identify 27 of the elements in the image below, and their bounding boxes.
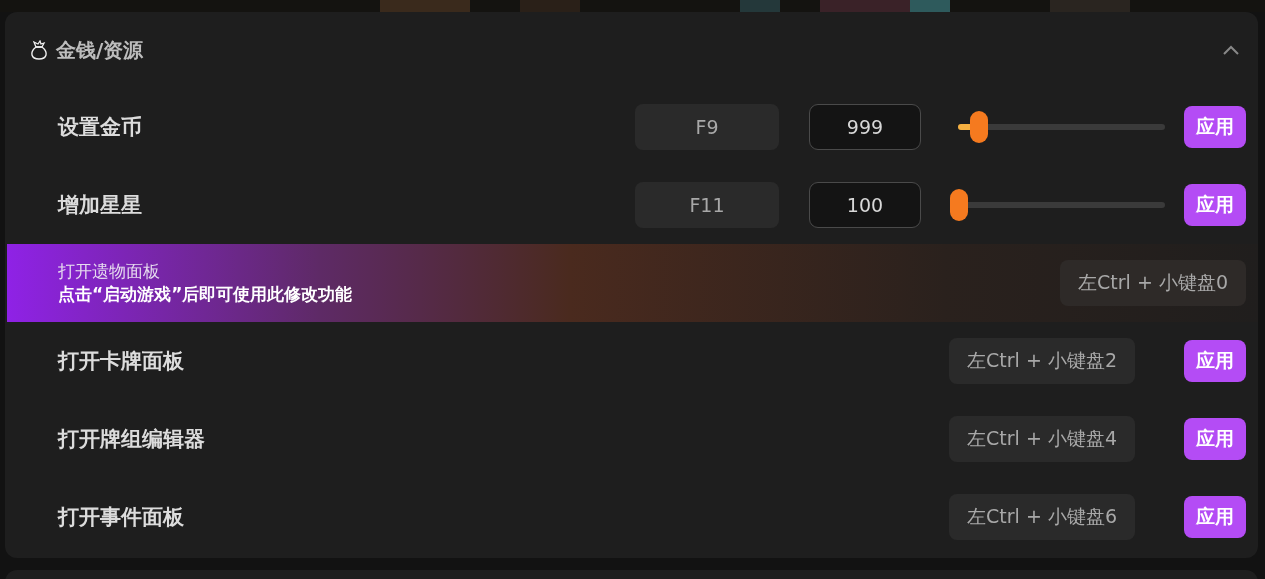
- apply-button[interactable]: 应用: [1184, 184, 1246, 226]
- section-title: 金钱/资源: [56, 36, 145, 64]
- slider-thumb[interactable]: [950, 189, 968, 221]
- slider-thumb[interactable]: [969, 111, 988, 143]
- shortcut-chip[interactable]: 左Ctrl + 小键盘0: [1060, 260, 1246, 306]
- row-label: 打开遗物面板: [58, 260, 161, 283]
- apply-button[interactable]: 应用: [1184, 496, 1246, 538]
- value-field[interactable]: 100: [809, 182, 921, 228]
- chevron-icon[interactable]: [1222, 44, 1240, 56]
- hotkey-chip[interactable]: F11: [635, 182, 779, 228]
- row-label: 打开卡牌面板: [58, 348, 185, 375]
- value-field[interactable]: 999: [809, 104, 921, 150]
- slider[interactable]: [950, 189, 1165, 221]
- shortcut-chip[interactable]: 左Ctrl + 小键盘6: [949, 494, 1135, 540]
- notice-text: 点击“启动游戏”后即可使用此修改功能: [58, 283, 354, 306]
- apply-button[interactable]: 应用: [1184, 340, 1246, 382]
- hotkey-chip[interactable]: F9: [635, 104, 779, 150]
- shortcut-chip[interactable]: 左Ctrl + 小键盘4: [949, 416, 1135, 462]
- row-label: 打开事件面板: [58, 504, 185, 531]
- apply-button[interactable]: 应用: [1184, 418, 1246, 460]
- money-bag-icon: [30, 40, 48, 60]
- row-label: 设置金币: [58, 114, 143, 141]
- section-header[interactable]: 金钱/资源: [5, 12, 1258, 88]
- shortcut-chip[interactable]: 左Ctrl + 小键盘2: [949, 338, 1135, 384]
- apply-button[interactable]: 应用: [1184, 106, 1246, 148]
- row-label: 增加星星: [58, 192, 143, 219]
- row-label: 打开牌组编辑器: [58, 426, 206, 453]
